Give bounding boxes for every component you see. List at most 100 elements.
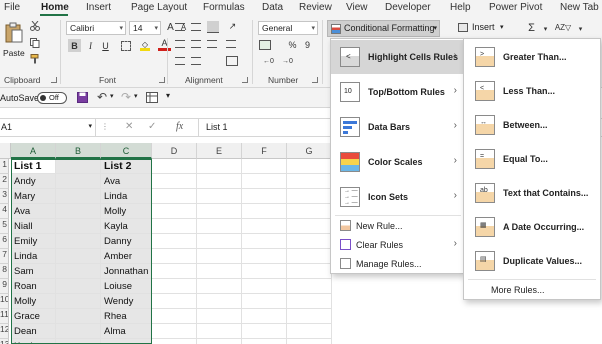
- row-header[interactable]: 12: [0, 324, 9, 339]
- save-icon[interactable]: [77, 92, 88, 103]
- cell[interactable]: [242, 339, 287, 344]
- column-header-f[interactable]: F: [242, 143, 287, 159]
- italic-button[interactable]: I: [84, 39, 97, 52]
- cell[interactable]: [197, 174, 242, 189]
- cell[interactable]: [152, 189, 197, 204]
- cell[interactable]: [287, 249, 332, 264]
- column-header-a[interactable]: A: [11, 143, 56, 159]
- increase-indent-icon[interactable]: [191, 57, 201, 65]
- fill-color-icon[interactable]: ◇: [140, 41, 150, 51]
- cell[interactable]: Sam: [11, 264, 56, 279]
- menu-item-less-than[interactable]: < Less Than...: [464, 74, 600, 108]
- align-left-icon[interactable]: [175, 40, 185, 48]
- name-box[interactable]: A1 ▾: [0, 119, 96, 136]
- cell[interactable]: [56, 159, 101, 174]
- cell[interactable]: [287, 234, 332, 249]
- cell[interactable]: [242, 294, 287, 309]
- cut-icon[interactable]: [30, 21, 40, 31]
- cell[interactable]: [152, 204, 197, 219]
- cell[interactable]: Loiuse: [101, 279, 152, 294]
- row-header[interactable]: 9: [0, 279, 9, 294]
- menu-item-duplicate-values[interactable]: ▤ Duplicate Values...: [464, 244, 600, 278]
- number-format-dropdown[interactable]: General ▾: [258, 21, 318, 35]
- cell[interactable]: [242, 219, 287, 234]
- menu-item-highlight-cells-rules[interactable]: < Highlight Cells Rules ›: [331, 40, 463, 74]
- cell[interactable]: [242, 279, 287, 294]
- row-header[interactable]: 2: [0, 174, 9, 189]
- tab-view[interactable]: View: [346, 2, 368, 13]
- align-bottom-icon[interactable]: [207, 21, 219, 33]
- cell[interactable]: [197, 264, 242, 279]
- tab-page-layout[interactable]: Page Layout: [131, 2, 187, 13]
- autosave-toggle[interactable]: Off: [37, 92, 67, 104]
- cell[interactable]: [197, 249, 242, 264]
- cell[interactable]: List 1: [11, 159, 56, 174]
- merge-center-icon[interactable]: [226, 56, 238, 66]
- cell[interactable]: [56, 219, 101, 234]
- conditional-formatting-button[interactable]: Conditional Formatting ▾: [327, 20, 440, 37]
- underline-button[interactable]: U: [99, 39, 112, 52]
- cell[interactable]: [197, 234, 242, 249]
- cell[interactable]: Dean: [11, 324, 56, 339]
- cell[interactable]: [242, 264, 287, 279]
- cell[interactable]: [287, 264, 332, 279]
- row-header[interactable]: 5: [0, 219, 9, 234]
- tab-file[interactable]: File: [4, 2, 20, 13]
- cell[interactable]: [197, 189, 242, 204]
- clipboard-launcher-icon[interactable]: [51, 77, 57, 83]
- format-painter-icon[interactable]: [30, 54, 40, 64]
- chevron-down-icon[interactable]: ▾: [539, 22, 552, 35]
- cell[interactable]: [287, 174, 332, 189]
- tab-developer[interactable]: Developer: [385, 2, 431, 13]
- cell[interactable]: [197, 309, 242, 324]
- tab-power-pivot[interactable]: Power Pivot: [489, 2, 542, 13]
- cell[interactable]: [242, 324, 287, 339]
- cell[interactable]: [152, 324, 197, 339]
- cell[interactable]: [242, 174, 287, 189]
- cell[interactable]: [287, 219, 332, 234]
- cell[interactable]: [197, 294, 242, 309]
- cell[interactable]: [101, 339, 152, 344]
- cell[interactable]: [242, 249, 287, 264]
- cell[interactable]: [197, 339, 242, 344]
- menu-item-color-scales[interactable]: Color Scales ›: [331, 145, 463, 179]
- undo-icon[interactable]: ↶: [97, 90, 107, 104]
- select-all-corner[interactable]: [0, 143, 11, 159]
- row-header[interactable]: 3: [0, 189, 9, 204]
- cell[interactable]: [197, 324, 242, 339]
- cell[interactable]: [197, 159, 242, 174]
- cell[interactable]: Amber: [101, 249, 152, 264]
- row-header[interactable]: 4: [0, 204, 9, 219]
- tab-insert[interactable]: Insert: [86, 2, 111, 13]
- menu-item-new-rule[interactable]: New Rule...: [331, 217, 463, 236]
- menu-item-text-that-contains[interactable]: ab Text that Contains...: [464, 176, 600, 210]
- column-header-d[interactable]: D: [152, 143, 197, 159]
- menu-item-equal-to[interactable]: = Equal To...: [464, 142, 600, 176]
- table-icon[interactable]: [146, 92, 158, 103]
- cell[interactable]: [242, 234, 287, 249]
- cell[interactable]: [56, 339, 101, 344]
- redo-icon[interactable]: ↷: [121, 90, 131, 104]
- cell[interactable]: Mary: [11, 189, 56, 204]
- cell[interactable]: [287, 324, 332, 339]
- cell[interactable]: [152, 294, 197, 309]
- tab-formulas[interactable]: Formulas: [203, 2, 245, 13]
- cell[interactable]: Danny: [101, 234, 152, 249]
- cell[interactable]: Emily: [11, 234, 56, 249]
- cell[interactable]: [56, 324, 101, 339]
- formula-input[interactable]: List 1: [198, 119, 338, 136]
- row-header[interactable]: 13: [0, 339, 9, 344]
- cell[interactable]: [242, 309, 287, 324]
- cell[interactable]: Andy: [11, 174, 56, 189]
- more-options-icon[interactable]: ⋮: [101, 122, 109, 131]
- cancel-icon[interactable]: ✕: [125, 121, 133, 132]
- wrap-text-icon[interactable]: [226, 40, 236, 48]
- menu-item-data-bars[interactable]: Data Bars ›: [331, 110, 463, 144]
- cell[interactable]: Ava: [11, 204, 56, 219]
- cell[interactable]: [152, 159, 197, 174]
- copy-icon[interactable]: [30, 38, 40, 48]
- cell[interactable]: [56, 279, 101, 294]
- align-top-icon[interactable]: [175, 23, 185, 31]
- menu-item-clear-rules[interactable]: Clear Rules ›: [331, 236, 463, 255]
- cell[interactable]: [197, 204, 242, 219]
